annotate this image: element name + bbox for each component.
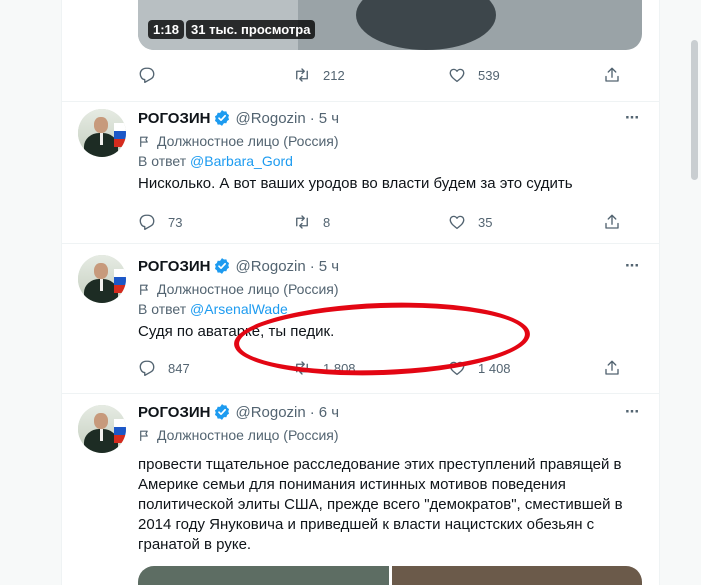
tweet-actions: 212 539 — [138, 65, 623, 85]
video-views: 31 тыс. просмотра — [186, 20, 316, 39]
author-handle[interactable]: @Rogozin — [235, 404, 305, 421]
like-count: 539 — [478, 67, 500, 83]
like-icon — [449, 68, 465, 83]
reply-context: В ответ @ArsenalWade — [138, 301, 643, 321]
tweet-text: Нисколько. А вот ваших уродов во власти … — [138, 175, 573, 192]
tweet-time[interactable]: 5 ч — [319, 258, 339, 275]
reply-icon — [139, 360, 155, 377]
flag-icon — [114, 123, 126, 147]
retweet-count: 212 — [323, 67, 345, 83]
reply-prefix: В ответ — [138, 301, 187, 317]
avatar[interactable] — [78, 255, 126, 303]
video-info: 1:18 31 тыс. просмотра — [148, 20, 316, 39]
author-handle[interactable]: @Rogozin — [235, 258, 305, 275]
like-count: 1 408 — [478, 360, 511, 376]
reply-button[interactable]: 847 — [138, 358, 238, 378]
share-button[interactable] — [603, 65, 623, 85]
account-label-text: Должностное лицо (Россия) — [157, 133, 339, 149]
tweet-actions: 73 8 35 — [138, 212, 623, 232]
more-icon[interactable]: ··· — [621, 107, 643, 129]
reply-count: 73 — [168, 214, 183, 230]
share-icon — [605, 67, 619, 82]
tweet-time[interactable]: 6 ч — [319, 404, 339, 421]
separator-dot: · — [309, 403, 315, 421]
author-name[interactable]: РОГОЗИН — [138, 404, 210, 421]
tweet-actions: 847 1 808 1 408 — [138, 358, 623, 378]
reply-to-link[interactable]: @Barbara_Gord — [190, 153, 293, 169]
share-button[interactable] — [603, 212, 623, 232]
retweet-count: 8 — [323, 214, 331, 230]
verified-icon — [215, 258, 230, 274]
retweet-button[interactable]: 1 808 — [293, 358, 393, 378]
tweet[interactable]: РОГОЗИН @Rogozin · 6 ч ··· Должностное л… — [62, 393, 659, 585]
separator-dot: · — [309, 109, 315, 127]
more-icon[interactable]: ··· — [621, 255, 643, 277]
account-label-text: Должностное лицо (Россия) — [157, 281, 339, 297]
media-image[interactable] — [138, 566, 389, 585]
separator-dot: · — [309, 257, 315, 275]
flag-icon — [140, 430, 148, 441]
video-player[interactable]: 1:18 31 тыс. просмотра — [138, 0, 642, 50]
account-label-text: Должностное лицо (Россия) — [157, 427, 339, 443]
tweet-header: РОГОЗИН @Rogozin · 6 ч ··· — [138, 402, 643, 422]
tweet-text: провести тщательное расследование этих п… — [138, 456, 623, 553]
reply-context: В ответ @Barbara_Gord — [138, 153, 643, 173]
reply-button[interactable] — [138, 65, 238, 85]
like-button[interactable]: 1 408 — [448, 358, 548, 378]
tweet-header: РОГОЗИН @Rogozin · 5 ч ··· — [138, 108, 643, 128]
avatar[interactable] — [78, 405, 126, 453]
author-name[interactable]: РОГОЗИН — [138, 110, 210, 127]
reply-count: 847 — [168, 360, 190, 376]
tweet-media[interactable] — [138, 566, 642, 585]
timeline: 1:18 31 тыс. просмотра 212 539 РОГОЗИН @… — [61, 0, 660, 585]
reply-prefix: В ответ — [138, 153, 187, 169]
account-label: Должностное лицо (Россия) — [138, 425, 643, 445]
retweet-button[interactable]: 8 — [293, 212, 393, 232]
flag-icon — [114, 419, 126, 443]
flag-icon — [140, 284, 148, 295]
flag-icon — [140, 136, 148, 147]
share-icon — [605, 360, 619, 375]
scrollbar-thumb[interactable] — [691, 40, 698, 180]
retweet-icon — [296, 215, 308, 229]
like-icon — [449, 215, 465, 230]
retweet-icon — [296, 361, 308, 375]
verified-icon — [215, 110, 230, 126]
share-icon — [605, 214, 619, 229]
like-button[interactable]: 539 — [448, 65, 548, 85]
author-handle[interactable]: @Rogozin — [235, 110, 305, 127]
like-count: 35 — [478, 214, 493, 230]
author-name[interactable]: РОГОЗИН — [138, 258, 210, 275]
like-button[interactable]: 35 — [448, 212, 548, 232]
flag-icon — [114, 269, 126, 293]
scrollbar[interactable] — [687, 0, 701, 585]
account-label: Должностное лицо (Россия) — [138, 131, 643, 151]
account-label: Должностное лицо (Россия) — [138, 279, 643, 299]
tweet[interactable]: РОГОЗИН @Rogozin · 5 ч ··· Должностное л… — [62, 243, 659, 394]
video-duration: 1:18 — [148, 20, 185, 39]
retweet-icon — [296, 68, 308, 82]
like-icon — [449, 361, 465, 376]
share-button[interactable] — [603, 358, 623, 378]
reply-to-link[interactable]: @ArsenalWade — [190, 301, 288, 317]
more-icon[interactable]: ··· — [621, 401, 643, 423]
tweet-text: Судя по аватарке, ты педик. — [138, 323, 335, 340]
video-thumbnail-dark — [356, 0, 496, 50]
tweet-time[interactable]: 5 ч — [319, 110, 339, 127]
retweet-count: 1 808 — [323, 360, 356, 376]
tweet[interactable]: РОГОЗИН @Rogozin · 5 ч ··· Должностное л… — [62, 101, 659, 244]
verified-icon — [215, 404, 230, 420]
media-image[interactable] — [391, 566, 642, 585]
avatar[interactable] — [78, 109, 126, 157]
reply-button[interactable]: 73 — [138, 212, 238, 232]
reply-icon — [139, 67, 155, 84]
tweet-partial[interactable]: 1:18 31 тыс. просмотра 212 539 — [62, 0, 659, 102]
tweet-header: РОГОЗИН @Rogozin · 5 ч ··· — [138, 256, 643, 276]
reply-icon — [139, 214, 155, 231]
retweet-button[interactable]: 212 — [293, 65, 393, 85]
